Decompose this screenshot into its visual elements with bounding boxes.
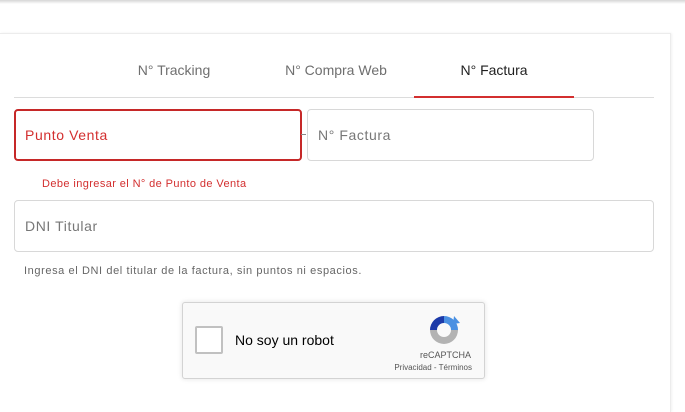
recaptcha-links-separator: -: [431, 363, 439, 372]
recaptcha-privacy-link[interactable]: Privacidad: [394, 363, 431, 372]
field-separator: [301, 134, 306, 135]
recaptcha-brand: reCAPTCHA: [419, 350, 471, 360]
recaptcha-label: No soy un robot: [235, 332, 334, 348]
dni-placeholder: DNI Titular: [25, 218, 98, 234]
header-shadow: [0, 0, 685, 4]
recaptcha-checkbox[interactable]: [195, 326, 223, 354]
punto-venta-error: Debe ingresar el N° de Punto de Venta: [42, 178, 247, 190]
tab-tracking[interactable]: N° Tracking: [114, 43, 234, 97]
active-tab-indicator: [414, 96, 574, 98]
recaptcha-logo-icon: [430, 316, 460, 344]
dni-input[interactable]: DNI Titular: [14, 200, 654, 252]
punto-venta-input[interactable]: Punto Venta: [14, 109, 302, 161]
factura-input[interactable]: N° Factura: [307, 109, 594, 161]
punto-venta-placeholder: Punto Venta: [25, 127, 108, 143]
factura-placeholder: N° Factura: [318, 127, 392, 143]
search-tabs: N° Tracking N° Compra Web N° Factura: [14, 43, 654, 98]
recaptcha-links: Privacidad - Términos: [394, 363, 472, 372]
dni-hint: Ingresa el DNI del titular de la factura…: [24, 265, 362, 277]
tab-factura[interactable]: N° Factura: [414, 43, 574, 97]
recaptcha-terms-link[interactable]: Términos: [439, 363, 472, 372]
recaptcha-widget: No soy un robot reCAPTCHA Privacidad - T…: [182, 302, 485, 379]
tab-compra-web[interactable]: N° Compra Web: [272, 43, 400, 97]
